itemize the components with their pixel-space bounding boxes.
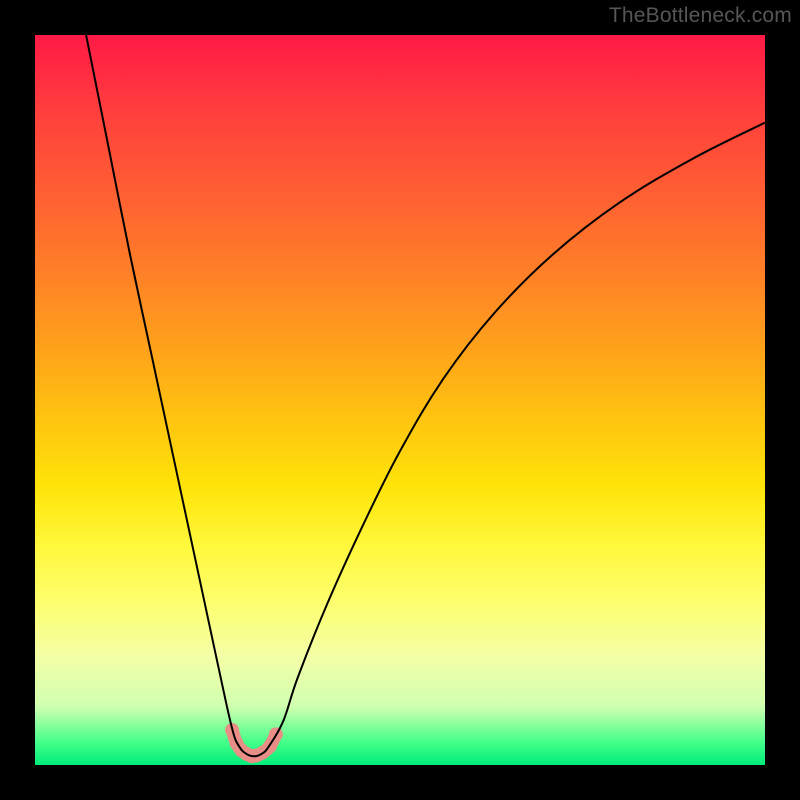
chart-frame: TheBottleneck.com [0, 0, 800, 800]
bottleneck-curve-path [86, 35, 765, 756]
plot-area [35, 35, 765, 765]
curve-svg [35, 35, 765, 765]
watermark-text: TheBottleneck.com [609, 4, 792, 28]
